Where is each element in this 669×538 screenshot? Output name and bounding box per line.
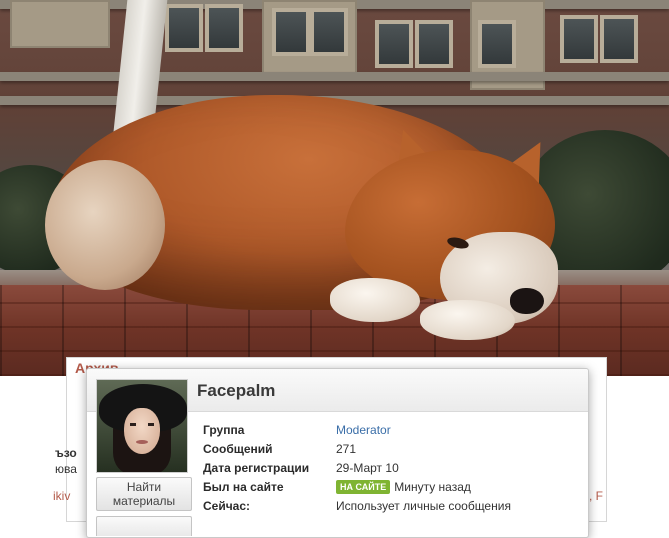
info-row-posts: Сообщений 271 <box>203 440 583 459</box>
registration-date: 29-Март 10 <box>336 461 399 475</box>
profile-popup: Facepalm Найти материалы Группа Moderato… <box>86 368 589 538</box>
info-label: Сейчас: <box>203 499 251 513</box>
info-label: Группа <box>203 423 245 437</box>
link-fragment[interactable]: , F <box>589 489 603 503</box>
online-status-badge: НА САЙТЕ <box>336 480 391 494</box>
current-activity: Использует личные сообщения <box>336 499 511 513</box>
group-link[interactable]: Moderator <box>336 421 391 440</box>
find-materials-button[interactable]: Найти материалы <box>96 477 192 511</box>
last-seen-text: Минуту назад <box>394 480 471 494</box>
profile-info: Группа Moderator Сообщений 271 Дата реги… <box>203 421 583 516</box>
info-label: Был на сайте <box>203 480 284 494</box>
text-fragment: юва <box>55 462 77 476</box>
link-fragment[interactable]: ikiv <box>53 489 70 503</box>
info-row-registered: Дата регистрации 29-Март 10 <box>203 459 583 478</box>
find-button-label-line1: Найти <box>126 480 162 494</box>
info-row-group: Группа Moderator <box>203 421 583 440</box>
info-row-last-seen: Был на сайте НА САЙТЕ Минуту назад <box>203 478 583 497</box>
background-photo <box>0 0 669 376</box>
info-label: Дата регистрации <box>203 461 310 475</box>
info-label: Сообщений <box>203 442 273 456</box>
avatar[interactable] <box>96 379 188 473</box>
post-count: 271 <box>336 442 357 456</box>
text-fragment: ъзо <box>55 446 77 460</box>
find-button-label-line2: материалы <box>112 494 176 508</box>
info-row-current: Сейчас: Использует личные сообщения <box>203 497 583 516</box>
profile-username[interactable]: Facepalm <box>197 381 275 401</box>
secondary-button[interactable] <box>96 516 192 536</box>
last-seen-value: НА САЙТЕ Минуту назад <box>336 478 471 497</box>
